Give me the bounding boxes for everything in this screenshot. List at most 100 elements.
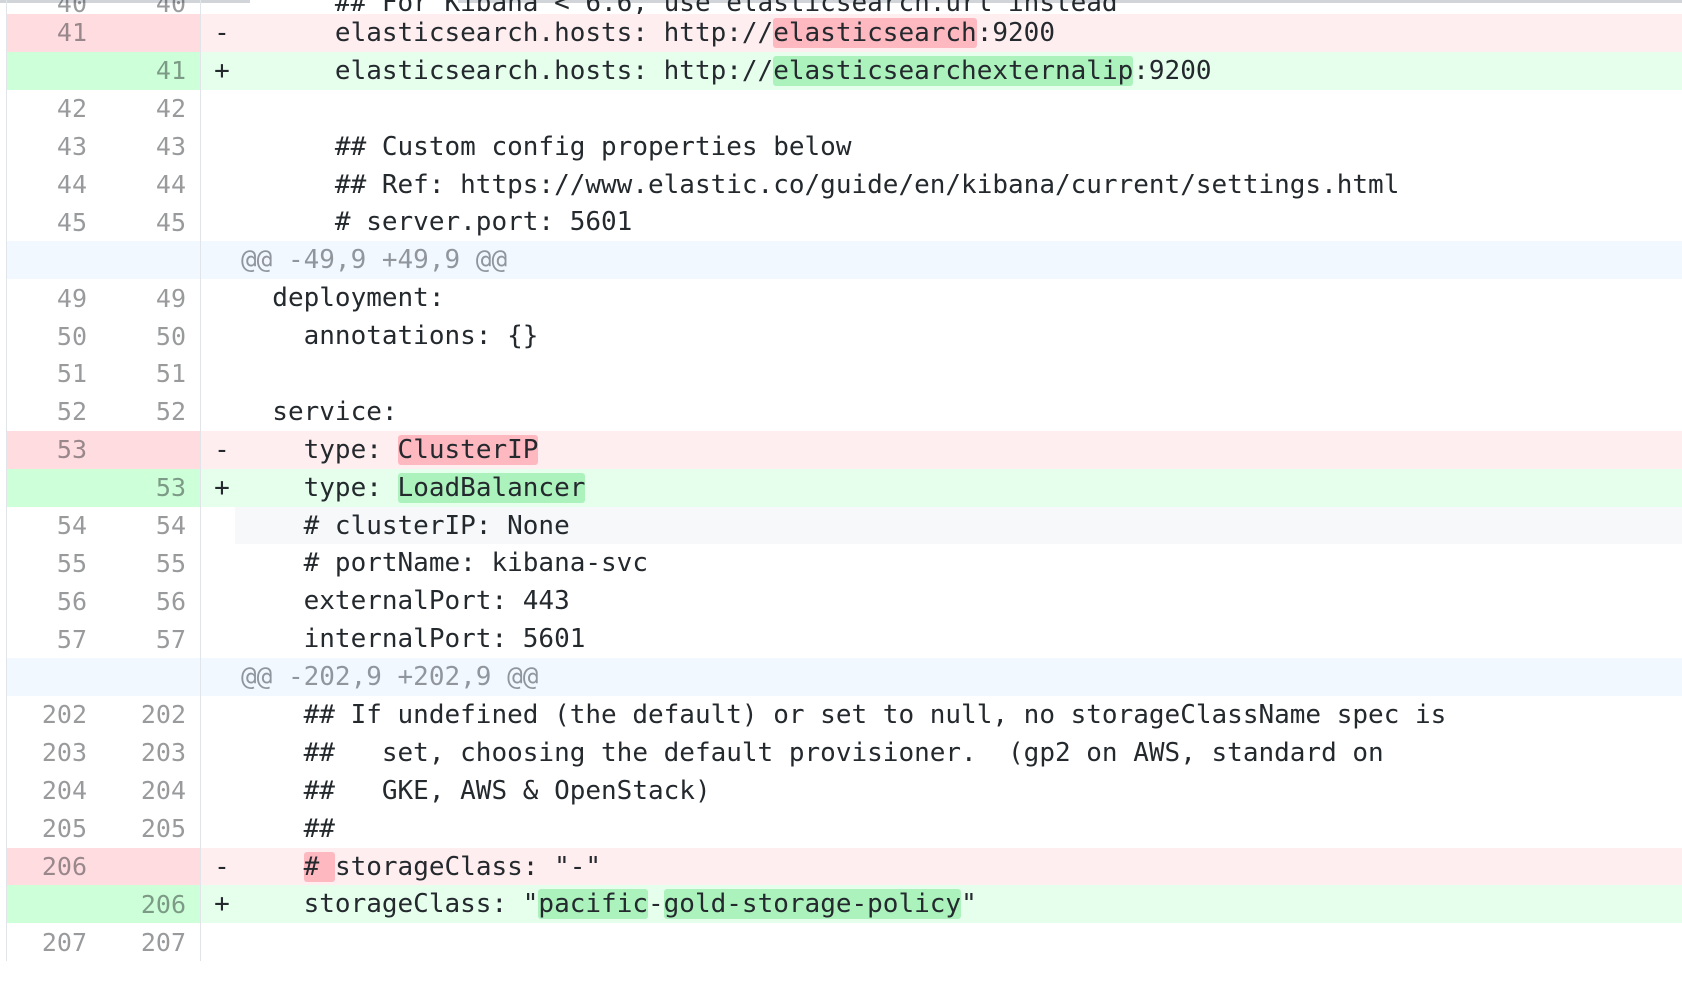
new-line-number[interactable]: 45 [101, 203, 201, 242]
new-line-number[interactable]: 52 [101, 392, 201, 431]
old-line-number[interactable]: 55 [7, 544, 101, 582]
old-line-number[interactable] [7, 468, 101, 507]
context-line: 50 50 annotations: {} [7, 317, 1682, 356]
old-line-number[interactable]: 50 [7, 317, 101, 355]
old-line-number[interactable]: 207 [7, 923, 101, 961]
added-line: 53 + type: LoadBalancer [7, 468, 1682, 507]
code-line: # portName: kibana-svc [235, 544, 1682, 582]
new-line-number[interactable]: 56 [101, 582, 201, 621]
old-line-number[interactable]: 206 [7, 847, 101, 886]
context-line: 202 202 ## If undefined (the default) or … [7, 696, 1682, 734]
new-line-number[interactable]: 53 [101, 468, 201, 507]
code-text: @@ -49,9 +49,9 @@ [241, 245, 507, 275]
old-line-number[interactable] [7, 241, 101, 280]
code-line: ## [235, 810, 1682, 848]
context-line: 42 42 [7, 89, 1682, 128]
old-line-number[interactable]: 53 [7, 430, 101, 469]
old-line-number[interactable]: 52 [7, 393, 101, 431]
old-line-number[interactable] [7, 658, 101, 697]
new-line-number[interactable]: 205 [101, 809, 201, 848]
code-line: service: [235, 393, 1682, 431]
new-line-number[interactable]: 41 [101, 51, 201, 90]
old-line-number[interactable]: 205 [7, 810, 101, 848]
context-line: 52 52 service: [7, 392, 1682, 431]
code-segment: # portName: kibana-svc [241, 548, 648, 579]
old-line-number[interactable]: 40 [7, 0, 101, 14]
new-line-number[interactable]: 43 [101, 127, 201, 166]
new-line-number[interactable]: 207 [101, 923, 201, 962]
code-line: # server.port: 5601 [235, 203, 1682, 241]
code-text: # storageClass: "-" [241, 851, 601, 882]
new-line-number[interactable]: 204 [101, 771, 201, 810]
old-line-number[interactable]: 45 [7, 203, 101, 241]
code-text: type: ClusterIP [241, 434, 539, 465]
hunk-header: @@ -202,9 +202,9 @@ [235, 658, 1682, 696]
code-text: elasticsearch.hosts: http://elasticsearc… [241, 17, 1055, 48]
old-line-number[interactable]: 203 [7, 734, 101, 772]
context-line: 45 45 # server.port: 5601 [7, 203, 1682, 242]
changed-token: elasticsearch [773, 17, 977, 48]
diff-marker: - [214, 851, 230, 882]
code-text: type: LoadBalancer [241, 472, 586, 503]
new-line-number[interactable]: 57 [101, 620, 201, 659]
new-line-number[interactable]: 202 [101, 696, 201, 734]
old-line-number[interactable]: 44 [7, 166, 101, 204]
code-text: # server.port: 5601 [241, 207, 632, 237]
old-line-number[interactable]: 57 [7, 620, 101, 658]
changed-token: pacific [538, 889, 648, 920]
code-text: externalPort: 443 [241, 586, 570, 616]
context-line: 203 203 ## set, choosing the default prov… [7, 733, 1682, 772]
changed-token: ClusterIP [397, 434, 539, 465]
context-line: 205 205 ## [7, 809, 1682, 848]
changed-token: # [303, 851, 335, 882]
old-line-number[interactable]: 56 [7, 582, 101, 620]
changed-token: gold-storage-policy [663, 889, 962, 920]
context-line: 43 43 ## Custom config properties below [7, 127, 1682, 166]
code-segment: type: [241, 472, 398, 503]
old-line-number[interactable]: 43 [7, 128, 101, 166]
old-line-number[interactable]: 202 [7, 696, 101, 734]
code-line: ## Custom config properties below [235, 128, 1682, 166]
new-line-number[interactable]: 51 [101, 355, 201, 393]
changed-token: elasticsearchexternalip [773, 55, 1134, 86]
code-line: elasticsearch.hosts: http://elasticsearc… [235, 52, 1682, 90]
new-line-number[interactable] [101, 241, 201, 280]
new-line-number[interactable]: 49 [101, 279, 201, 318]
code-text: # clusterIP: None [241, 511, 570, 541]
code-segment: - [648, 889, 664, 920]
new-line-number[interactable]: 44 [101, 165, 201, 204]
code-line: ## Ref: https://www.elastic.co/guide/en/… [235, 166, 1682, 204]
code-segment: internalPort: 5601 [241, 624, 586, 655]
new-line-number[interactable]: 40 [101, 0, 201, 14]
old-line-number[interactable] [7, 885, 101, 924]
new-line-number[interactable]: 206 [101, 885, 201, 924]
new-line-number[interactable] [101, 430, 201, 469]
new-line-number[interactable]: 203 [101, 733, 201, 772]
old-line-number[interactable]: 51 [7, 355, 101, 393]
new-line-number[interactable]: 42 [101, 89, 201, 128]
new-line-number[interactable] [101, 847, 201, 886]
new-line-number[interactable]: 50 [101, 317, 201, 356]
code-text: ## GKE, AWS & OpenStack) [241, 776, 711, 806]
new-line-number[interactable] [101, 658, 201, 697]
code-segment: ## [241, 813, 335, 844]
new-line-number[interactable] [101, 14, 201, 52]
code-segment: @@ -49,9 +49,9 @@ [241, 245, 508, 276]
code-line: ## GKE, AWS & OpenStack) [235, 772, 1682, 810]
old-line-number[interactable]: 49 [7, 279, 101, 317]
old-line-number[interactable] [7, 51, 101, 90]
code-segment: " [961, 889, 977, 920]
new-line-number[interactable]: 54 [101, 506, 201, 545]
code-segment: type: [241, 434, 398, 465]
added-line: 41 + elasticsearch.hosts: http://elastics… [7, 51, 1682, 90]
code-segment: ## Ref: https://www.elastic.co/guide/en/… [241, 169, 1400, 200]
old-line-number[interactable]: 204 [7, 772, 101, 810]
new-line-number[interactable]: 55 [101, 544, 201, 583]
old-line-number[interactable]: 41 [7, 14, 101, 52]
code-text: @@ -202,9 +202,9 @@ [241, 662, 538, 692]
old-line-number[interactable]: 42 [7, 90, 101, 128]
old-line-number[interactable]: 54 [7, 507, 101, 545]
code-segment: ## Custom config properties below [241, 131, 852, 162]
